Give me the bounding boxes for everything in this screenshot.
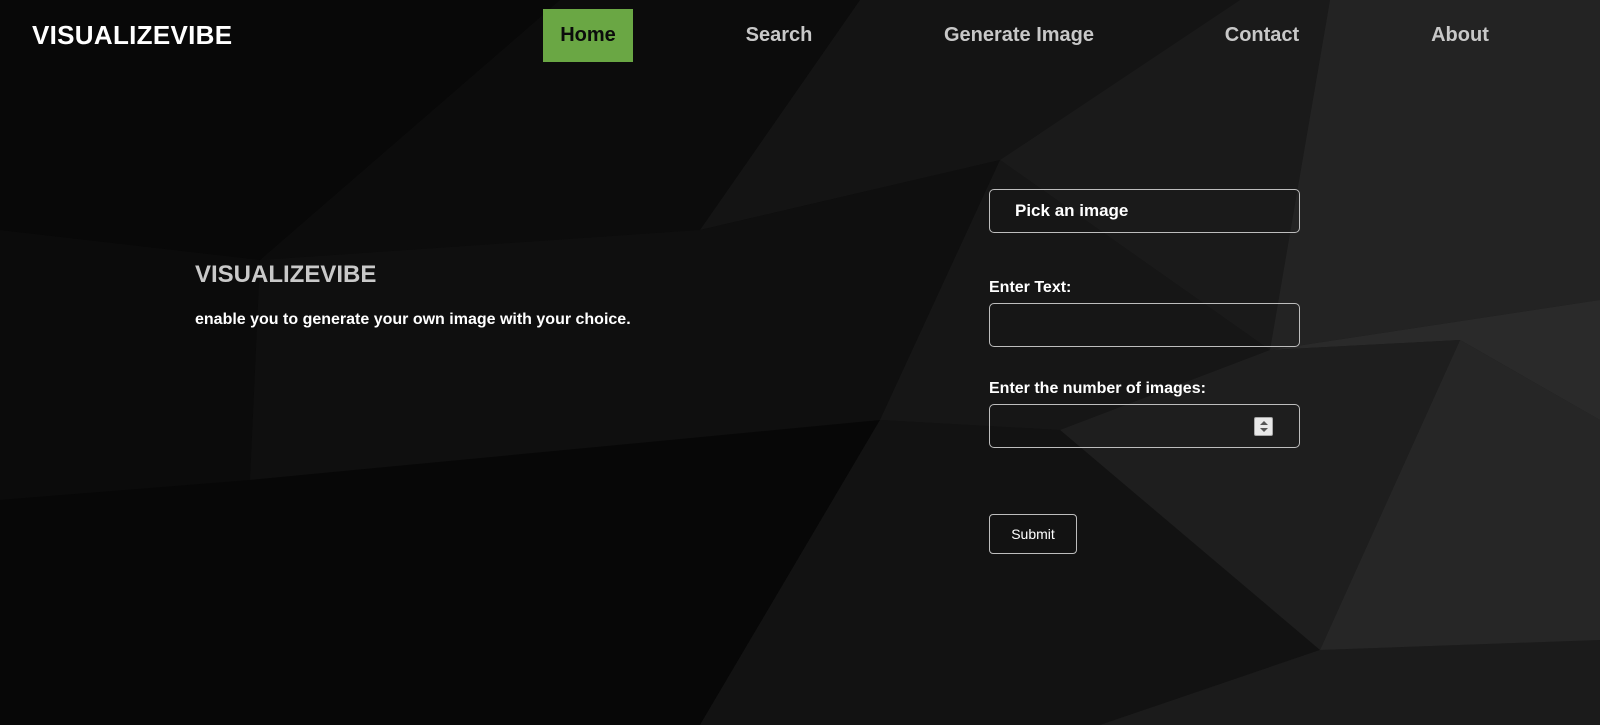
nav-contact[interactable]: Contact (1212, 9, 1312, 62)
number-field-label: Enter the number of images: (989, 380, 1206, 397)
nav-search[interactable]: Search (730, 9, 828, 62)
spin-stepper-icon[interactable] (1254, 417, 1273, 436)
nav-generate-image[interactable]: Generate Image (930, 9, 1108, 62)
text-field-label: Enter Text: (989, 279, 1072, 296)
site-logo[interactable]: VISUALIZEVIBE (32, 20, 232, 51)
hero-subtitle: enable you to generate your own image wi… (195, 311, 631, 328)
nav-home[interactable]: Home (543, 9, 633, 62)
nav-about[interactable]: About (1420, 9, 1500, 62)
background-polygons (0, 0, 1600, 725)
stepper-up-icon[interactable] (1260, 421, 1268, 425)
hero-title: VISUALIZEVIBE (195, 261, 377, 288)
number-of-images-input[interactable] (989, 404, 1300, 448)
submit-button[interactable]: Submit (989, 514, 1077, 554)
text-input[interactable] (989, 303, 1300, 347)
page-root: VISUALIZEVIBE Home Search Generate Image… (0, 0, 1600, 725)
pick-image-button[interactable]: Pick an image (989, 189, 1300, 233)
stepper-down-icon[interactable] (1260, 428, 1268, 432)
